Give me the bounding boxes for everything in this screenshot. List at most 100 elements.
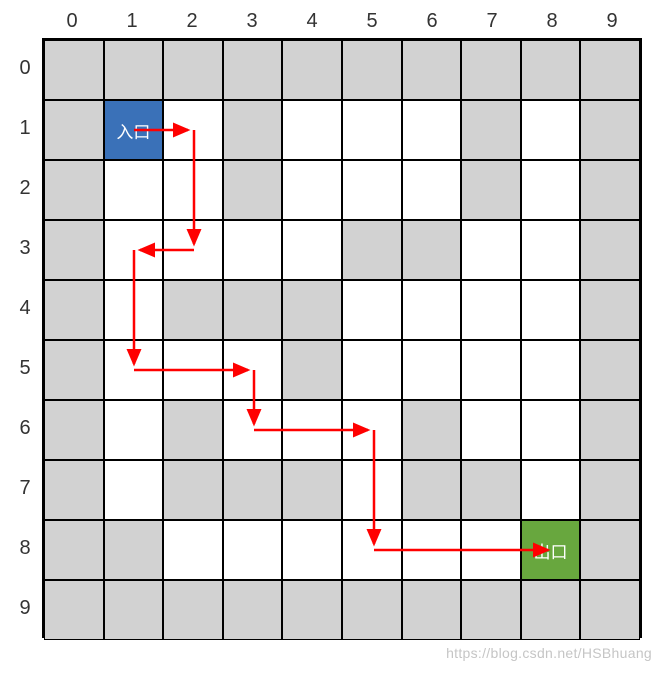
wall-cell — [580, 220, 640, 280]
open-cell — [342, 280, 402, 340]
wall-cell — [402, 580, 462, 640]
row-headers: 0123456789 — [8, 38, 42, 638]
open-cell — [104, 160, 164, 220]
open-cell — [223, 400, 283, 460]
wall-cell — [282, 580, 342, 640]
open-cell — [282, 520, 342, 580]
open-cell — [521, 400, 581, 460]
wall-cell — [44, 580, 104, 640]
open-cell — [342, 520, 402, 580]
end-cell: 出口 — [521, 520, 581, 580]
open-cell — [223, 520, 283, 580]
open-cell — [342, 460, 402, 520]
open-cell — [402, 280, 462, 340]
wall-cell — [163, 280, 223, 340]
wall-cell — [44, 340, 104, 400]
maze-container: 0123456789 0123456789 入口出口 — [8, 4, 642, 638]
wall-cell — [580, 280, 640, 340]
open-cell — [104, 400, 164, 460]
start-cell: 入口 — [104, 100, 164, 160]
open-cell — [521, 340, 581, 400]
open-cell — [342, 400, 402, 460]
wall-cell — [402, 460, 462, 520]
wall-cell — [104, 40, 164, 100]
row-header-4: 4 — [8, 278, 42, 338]
wall-cell — [44, 160, 104, 220]
wall-cell — [402, 40, 462, 100]
wall-cell — [461, 160, 521, 220]
wall-cell — [44, 460, 104, 520]
wall-cell — [580, 400, 640, 460]
row-header-2: 2 — [8, 158, 42, 218]
wall-cell — [342, 40, 402, 100]
open-cell — [163, 160, 223, 220]
open-cell — [104, 460, 164, 520]
wall-cell — [580, 340, 640, 400]
wall-cell — [580, 520, 640, 580]
wall-cell — [44, 220, 104, 280]
col-header-2: 2 — [162, 4, 222, 38]
open-cell — [282, 400, 342, 460]
wall-cell — [44, 280, 104, 340]
col-header-9: 9 — [582, 4, 642, 38]
open-cell — [223, 340, 283, 400]
wall-cell — [461, 100, 521, 160]
row-header-6: 6 — [8, 398, 42, 458]
wall-cell — [282, 280, 342, 340]
open-cell — [104, 220, 164, 280]
wall-cell — [44, 400, 104, 460]
open-cell — [282, 100, 342, 160]
open-cell — [163, 520, 223, 580]
open-cell — [461, 340, 521, 400]
wall-cell — [282, 340, 342, 400]
wall-cell — [580, 460, 640, 520]
col-header-5: 5 — [342, 4, 402, 38]
wall-cell — [163, 400, 223, 460]
wall-cell — [44, 100, 104, 160]
open-cell — [521, 280, 581, 340]
row-header-3: 3 — [8, 218, 42, 278]
open-cell — [521, 160, 581, 220]
watermark: https://blog.csdn.net/HSBhuang — [446, 645, 652, 661]
open-cell — [163, 340, 223, 400]
wall-cell — [223, 100, 283, 160]
wall-cell — [223, 580, 283, 640]
maze-grid: 入口出口 — [42, 38, 642, 638]
wall-cell — [342, 580, 402, 640]
grid-row — [44, 160, 640, 220]
wall-cell — [223, 40, 283, 100]
open-cell — [282, 220, 342, 280]
wall-cell — [580, 580, 640, 640]
open-cell — [342, 160, 402, 220]
grid-row — [44, 40, 640, 100]
open-cell — [223, 220, 283, 280]
open-cell — [521, 460, 581, 520]
open-cell — [402, 340, 462, 400]
wall-cell — [44, 520, 104, 580]
row-header-0: 0 — [8, 38, 42, 98]
row-header-8: 8 — [8, 518, 42, 578]
col-header-0: 0 — [42, 4, 102, 38]
grid-row: 出口 — [44, 520, 640, 580]
open-cell — [461, 520, 521, 580]
wall-cell — [461, 40, 521, 100]
wall-cell — [223, 160, 283, 220]
wall-cell — [402, 220, 462, 280]
wall-cell — [104, 520, 164, 580]
col-header-3: 3 — [222, 4, 282, 38]
row-header-5: 5 — [8, 338, 42, 398]
column-headers: 0123456789 — [42, 4, 642, 38]
wall-cell — [521, 580, 581, 640]
row-header-1: 1 — [8, 98, 42, 158]
grid-row — [44, 400, 640, 460]
open-cell — [521, 100, 581, 160]
wall-cell — [461, 580, 521, 640]
wall-cell — [282, 40, 342, 100]
wall-cell — [282, 460, 342, 520]
wall-cell — [521, 40, 581, 100]
grid-row — [44, 460, 640, 520]
wall-cell — [44, 40, 104, 100]
open-cell — [461, 280, 521, 340]
open-cell — [104, 340, 164, 400]
wall-cell — [163, 580, 223, 640]
